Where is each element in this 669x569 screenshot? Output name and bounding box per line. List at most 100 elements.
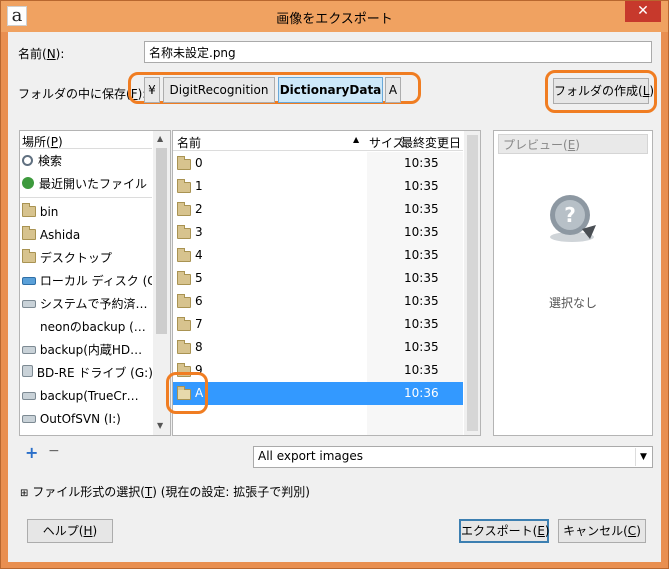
place-label: bin bbox=[39, 205, 59, 219]
help-end: ) bbox=[92, 524, 98, 538]
name-label-end: ): bbox=[55, 47, 65, 61]
file-row-selected[interactable]: A 10:36 bbox=[173, 382, 463, 405]
file-list-header: 名前 ▲ サイズ 最終変更日 bbox=[173, 131, 463, 151]
file-row[interactable]: 7 10:35 bbox=[173, 313, 463, 336]
create-folder-button[interactable]: フォルダの作成(L) bbox=[553, 78, 654, 104]
place-backup-truecrypt[interactable]: backup(TrueCr… bbox=[22, 385, 152, 407]
preview-panel: プレビュー(E) ? 選択なし bbox=[493, 130, 653, 436]
recent-icon bbox=[22, 177, 34, 189]
drive-icon bbox=[22, 277, 36, 285]
place-recent[interactable]: 最近開いたファイル bbox=[22, 173, 152, 195]
preview-header-text: プレビュー( bbox=[503, 138, 568, 152]
place-ashida[interactable]: Ashida bbox=[22, 224, 152, 246]
file-list-scrollbar[interactable] bbox=[464, 131, 480, 435]
preview-header: プレビュー(E) bbox=[498, 134, 648, 154]
place-label: 最近開いたファイル bbox=[39, 177, 148, 191]
places-scroll-thumb[interactable] bbox=[156, 148, 167, 334]
places-header[interactable]: 場所(P) bbox=[20, 131, 152, 149]
place-label: システムで予約済… bbox=[39, 297, 148, 311]
file-row[interactable]: 8 10:35 bbox=[173, 336, 463, 359]
file-list: 名前 ▲ サイズ 最終変更日 0 10:35 1 10:35 2 10:35 3 10:… bbox=[172, 130, 481, 436]
file-time: 10:35 bbox=[404, 317, 439, 331]
place-bd-re-drive[interactable]: BD-RE ドライブ (G:) bbox=[22, 362, 152, 384]
crumb-a[interactable]: A bbox=[385, 77, 401, 103]
expand-icon[interactable]: ⊞ bbox=[20, 488, 28, 499]
file-time: 10:35 bbox=[404, 179, 439, 193]
file-time: 10:35 bbox=[404, 248, 439, 262]
file-time: 10:35 bbox=[404, 271, 439, 285]
place-label: backup(TrueCr… bbox=[39, 389, 139, 403]
place-outofsvn[interactable]: OutOfSVN (I:) bbox=[22, 408, 152, 430]
create-folder-text: フォルダの作成( bbox=[554, 84, 643, 98]
folder-icon bbox=[22, 226, 36, 240]
places-header-text: 場所( bbox=[22, 135, 51, 149]
close-button[interactable]: ✕ bbox=[625, 1, 661, 22]
column-header-name[interactable]: 名前 bbox=[177, 134, 201, 151]
file-row[interactable]: 4 10:35 bbox=[173, 244, 463, 267]
folder-icon bbox=[177, 340, 191, 354]
file-row[interactable]: 6 10:35 bbox=[173, 290, 463, 313]
title-bar[interactable]: a 画像をエクスポート ✕ bbox=[1, 1, 668, 32]
crumb-dictionarydata[interactable]: DictionaryData bbox=[278, 77, 383, 103]
file-time: 10:35 bbox=[404, 363, 439, 377]
file-type-end: ) (現在の設定: 拡張子で判別) bbox=[152, 485, 310, 499]
file-row[interactable]: 1 10:35 bbox=[173, 175, 463, 198]
help-button[interactable]: ヘルプ(H) bbox=[27, 519, 113, 543]
drive-icon bbox=[22, 392, 36, 400]
scroll-up-icon[interactable]: ▲ bbox=[157, 134, 163, 143]
chevron-down-icon[interactable]: ▼ bbox=[635, 448, 651, 466]
scroll-down-icon[interactable]: ▼ bbox=[157, 421, 163, 430]
no-preview-icon: ? bbox=[550, 195, 596, 242]
file-type-filter-select[interactable]: All export images ▼ bbox=[253, 446, 653, 468]
file-time: 10:35 bbox=[404, 225, 439, 239]
folder-icon bbox=[177, 317, 191, 331]
file-name: 2 bbox=[195, 202, 203, 216]
sort-ascending-icon: ▲ bbox=[353, 135, 360, 144]
crumb-digitrecognition[interactable]: DigitRecognition bbox=[163, 77, 275, 103]
file-row[interactable]: 3 10:35 bbox=[173, 221, 463, 244]
drive-icon bbox=[22, 415, 36, 423]
preview-header-end: ) bbox=[575, 138, 580, 152]
place-neon-backup[interactable]: neonのbackup (… bbox=[40, 316, 170, 338]
svg-text:?: ? bbox=[564, 203, 576, 227]
file-type-expander[interactable]: ⊞ ファイル形式の選択(T) (現在の設定: 拡張子で判別) bbox=[20, 483, 310, 500]
cancel-button[interactable]: キャンセル(C) bbox=[558, 519, 646, 543]
file-row[interactable]: 9 10:35 bbox=[173, 359, 463, 382]
export-button[interactable]: エクスポート(E) bbox=[459, 519, 550, 543]
place-search[interactable]: 検索 bbox=[22, 150, 152, 172]
file-row[interactable]: 5 10:35 bbox=[173, 267, 463, 290]
place-bin[interactable]: bin bbox=[22, 201, 152, 223]
crumb-root[interactable]: ¥ bbox=[144, 77, 160, 103]
place-label: Ashida bbox=[39, 228, 81, 242]
place-desktop[interactable]: デスクトップ bbox=[22, 247, 152, 269]
places-header-end: ) bbox=[57, 135, 63, 149]
file-name: 6 bbox=[195, 294, 203, 308]
file-list-scroll-thumb[interactable] bbox=[467, 135, 478, 431]
place-system-reserved[interactable]: システムで予約済… bbox=[22, 293, 152, 315]
filename-field[interactable]: 名称未設定.png bbox=[144, 41, 652, 63]
file-row[interactable]: 2 10:35 bbox=[173, 198, 463, 221]
places-panel: 場所(P) 検索 最近開いたファイル bin Ashida デスクトップ ローカ… bbox=[19, 130, 171, 436]
place-label: デスクトップ bbox=[39, 251, 112, 265]
file-name: 3 bbox=[195, 225, 203, 239]
file-row[interactable]: 0 10:35 bbox=[173, 152, 463, 175]
export-end: ) bbox=[544, 524, 550, 538]
selected-folder-highlight bbox=[166, 372, 208, 414]
place-backup-internal[interactable]: backup(内蔵HD… bbox=[22, 339, 152, 361]
preview-none-text: 選択なし bbox=[548, 296, 597, 310]
help-text: ヘルプ( bbox=[42, 524, 84, 538]
cancel-text: キャンセル( bbox=[563, 524, 628, 538]
window-title: 画像をエクスポート bbox=[276, 12, 393, 27]
file-name: 1 bbox=[195, 179, 203, 193]
add-place-button[interactable]: + bbox=[25, 443, 38, 462]
name-label-key: N bbox=[46, 47, 56, 61]
place-label: ローカル ディスク (C:) bbox=[39, 274, 152, 288]
place-drive-c[interactable]: ローカル ディスク (C:) bbox=[22, 270, 152, 292]
column-header-date[interactable]: 最終変更日 bbox=[401, 134, 461, 151]
folder-icon bbox=[177, 225, 191, 239]
remove-place-button[interactable]: − bbox=[48, 443, 60, 459]
column-header-size[interactable]: サイズ bbox=[369, 134, 405, 151]
export-key: E bbox=[537, 524, 545, 538]
optical-drive-icon bbox=[22, 365, 33, 377]
file-time: 10:35 bbox=[404, 294, 439, 308]
